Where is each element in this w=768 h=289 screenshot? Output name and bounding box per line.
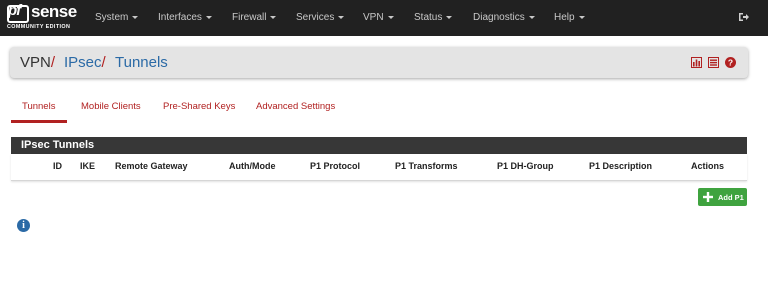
menu-status[interactable]: Status <box>414 12 453 23</box>
menu-status-label: Status <box>414 12 443 23</box>
menu-vpn-label: VPN <box>363 12 384 23</box>
breadcrumb-separator: / <box>50 54 56 71</box>
menu-system[interactable]: System <box>95 12 139 23</box>
svg-text:?: ? <box>728 58 733 68</box>
menu-help-label: Help <box>554 12 575 23</box>
tab-pre-shared-keys[interactable]: Pre-Shared Keys <box>163 101 235 112</box>
tab-tunnels[interactable]: Tunnels <box>22 101 55 112</box>
tab-advanced-settings[interactable]: Advanced Settings <box>256 101 335 112</box>
menu-firewall-label: Firewall <box>232 12 267 23</box>
menu-help[interactable]: Help <box>554 12 585 23</box>
column-header-p1-dh-group: P1 DH-Group <box>497 161 554 171</box>
caret-down-icon <box>270 15 277 19</box>
column-header-id: ID <box>53 161 62 171</box>
menu-system-label: System <box>95 12 129 23</box>
caret-down-icon <box>446 15 453 19</box>
table-title: IPsec Tunnels <box>21 139 95 151</box>
menu-diagnostics-label: Diagnostics <box>473 12 525 23</box>
caret-down-icon <box>578 15 585 19</box>
info-icon-glyph: i <box>22 220 25 231</box>
logo-pf-text: pf <box>8 2 21 19</box>
active-tab-indicator <box>11 120 67 123</box>
breadcrumb-tunnels-link[interactable]: Tunnels <box>115 54 168 71</box>
list-icon[interactable] <box>708 57 719 68</box>
breadcrumb-vpn: VPN <box>20 54 51 71</box>
breadcrumb-separator: / <box>101 54 106 71</box>
breadcrumb-panel: VPN/ IPsec/ Tunnels ? <box>10 47 748 78</box>
caret-down-icon <box>338 15 345 19</box>
table-panel-header: IPsec Tunnels <box>11 137 747 154</box>
menu-diagnostics[interactable]: Diagnostics <box>473 12 535 23</box>
plus-icon <box>703 192 713 202</box>
menu-services[interactable]: Services <box>296 12 345 23</box>
breadcrumb: VPN/ <box>20 54 55 71</box>
add-p1-label: Add P1 <box>718 193 744 202</box>
bar-chart-icon[interactable] <box>691 57 702 68</box>
column-header-ike: IKE <box>80 161 96 171</box>
column-header-remote-gateway: Remote Gateway <box>115 161 188 171</box>
column-header-p1-transforms: P1 Transforms <box>395 161 458 171</box>
tab-mobile-clients[interactable]: Mobile Clients <box>81 101 141 112</box>
column-header-actions: Actions <box>691 161 725 171</box>
top-navbar: pf sense COMMUNITY EDITION System Interf… <box>0 0 768 36</box>
caret-down-icon <box>528 15 535 19</box>
caret-down-icon <box>132 15 139 19</box>
column-header-p1-description: P1 Description <box>589 161 653 171</box>
caret-down-icon <box>205 15 212 19</box>
column-header-auth-mode: Auth/Mode <box>229 161 276 171</box>
menu-vpn[interactable]: VPN <box>363 12 394 23</box>
logo-sense-text: sense <box>31 2 77 21</box>
logo-edition-text: COMMUNITY EDITION <box>7 24 71 30</box>
menu-interfaces[interactable]: Interfaces <box>158 12 212 23</box>
breadcrumb-ipsec-link[interactable]: IPsec <box>64 54 102 71</box>
sign-out-icon[interactable] <box>738 11 750 23</box>
menu-firewall[interactable]: Firewall <box>232 12 277 23</box>
add-p1-button[interactable]: Add P1 <box>698 188 747 206</box>
info-icon[interactable]: i <box>17 219 30 232</box>
help-icon[interactable]: ? <box>725 57 736 68</box>
menu-interfaces-label: Interfaces <box>158 12 202 23</box>
menu-services-label: Services <box>296 12 335 23</box>
column-header-p1-protocol: P1 Protocol <box>310 161 361 171</box>
pfsense-logo[interactable]: pf sense COMMUNITY EDITION <box>7 2 77 31</box>
breadcrumb-ipsec-wrap: IPsec/ <box>64 54 106 71</box>
caret-down-icon <box>387 15 394 19</box>
